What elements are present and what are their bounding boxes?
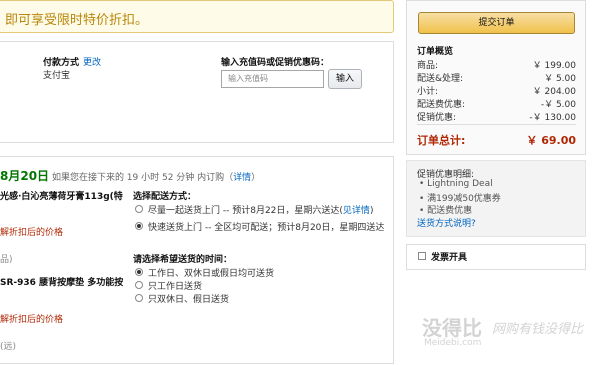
shipping-details-link[interactable]: 见详情 xyxy=(343,206,370,216)
watermark-slogan: 网购有钱没得比 xyxy=(492,322,584,337)
shipping-option-together[interactable]: 尽量一起送货上门 -- 预计8月22日，星期六送达(见详情) xyxy=(148,203,373,216)
item-price-note: 解折扣后的价格 xyxy=(0,315,64,325)
shipping-method-title: 选择配送方式： xyxy=(133,192,197,202)
watermark-site: Meidebi.com xyxy=(424,338,482,348)
promo-code-input[interactable]: 输入充值码 xyxy=(221,70,324,88)
watermark-brand: 没得比 xyxy=(422,316,482,340)
item-name[interactable]: 光感·白沁亮薄荷牙膏113g(特 xyxy=(0,189,123,202)
promo-info-item: • 配送费优惠 xyxy=(419,206,473,216)
shipping-radio-together[interactable] xyxy=(135,205,143,213)
delivery-details-link[interactable]: 详情 xyxy=(233,173,251,183)
time-option-weekday[interactable]: 只工作日送货 xyxy=(148,279,202,292)
delivery-notice-end: ） xyxy=(251,173,261,183)
item-name[interactable]: SR-936 腰背按摩垫 多功能按 xyxy=(0,275,123,288)
item-seller: 品) xyxy=(0,255,13,265)
time-radio-weekend[interactable] xyxy=(135,294,143,302)
promo-code-label: 输入充值码或促销优惠码： xyxy=(221,58,330,68)
time-option-any[interactable]: 工作日、双休日或假日均可送货 xyxy=(148,266,274,279)
item-seller: (远) xyxy=(0,342,17,352)
delivery-date: 8月20日 xyxy=(0,169,50,183)
apply-promo-button[interactable]: 输入 xyxy=(328,69,362,89)
shipping-radio-fast[interactable] xyxy=(135,222,143,230)
submit-order-button[interactable]: 提交订单 xyxy=(418,12,575,34)
time-radio-weekday[interactable] xyxy=(135,281,143,289)
invoice-label[interactable]: 发票开具 xyxy=(431,250,467,263)
payment-change-link[interactable]: 更改 xyxy=(83,55,101,68)
delivery-notice-line: 8月20日 如果您在接下来的 19 小时 52 分钟 内订购（详情） xyxy=(0,167,260,184)
banner-text: 即可享受限时特价折扣。 xyxy=(5,13,149,28)
payment-method-value: 支付宝 xyxy=(43,71,71,81)
item-price-note: 解折扣后的价格 xyxy=(0,228,64,238)
time-option-weekend[interactable]: 只双休日、假日送货 xyxy=(148,292,229,305)
promo-banner: 即可享受限时特价折扣。 xyxy=(0,0,394,33)
shipping-option-fast[interactable]: 快速送货上门 -- 全区均可配送；预计8月20日，星期四送达 xyxy=(148,220,384,233)
summary-title: 订单概览 xyxy=(417,47,454,57)
delivery-time-title: 请选择希望送货的时间： xyxy=(133,255,233,265)
summary-divider xyxy=(417,124,576,125)
payment-method-label: 付款方式 xyxy=(43,58,80,68)
shipping-explanation-link[interactable]: 送货方式说明? xyxy=(417,216,476,229)
promo-info-item: • Lightning Deal xyxy=(419,179,493,189)
invoice-checkbox[interactable] xyxy=(418,252,426,260)
delivery-notice: 如果您在接下来的 19 小时 52 分钟 内订购（ xyxy=(51,173,234,183)
time-radio-any[interactable] xyxy=(135,268,143,276)
